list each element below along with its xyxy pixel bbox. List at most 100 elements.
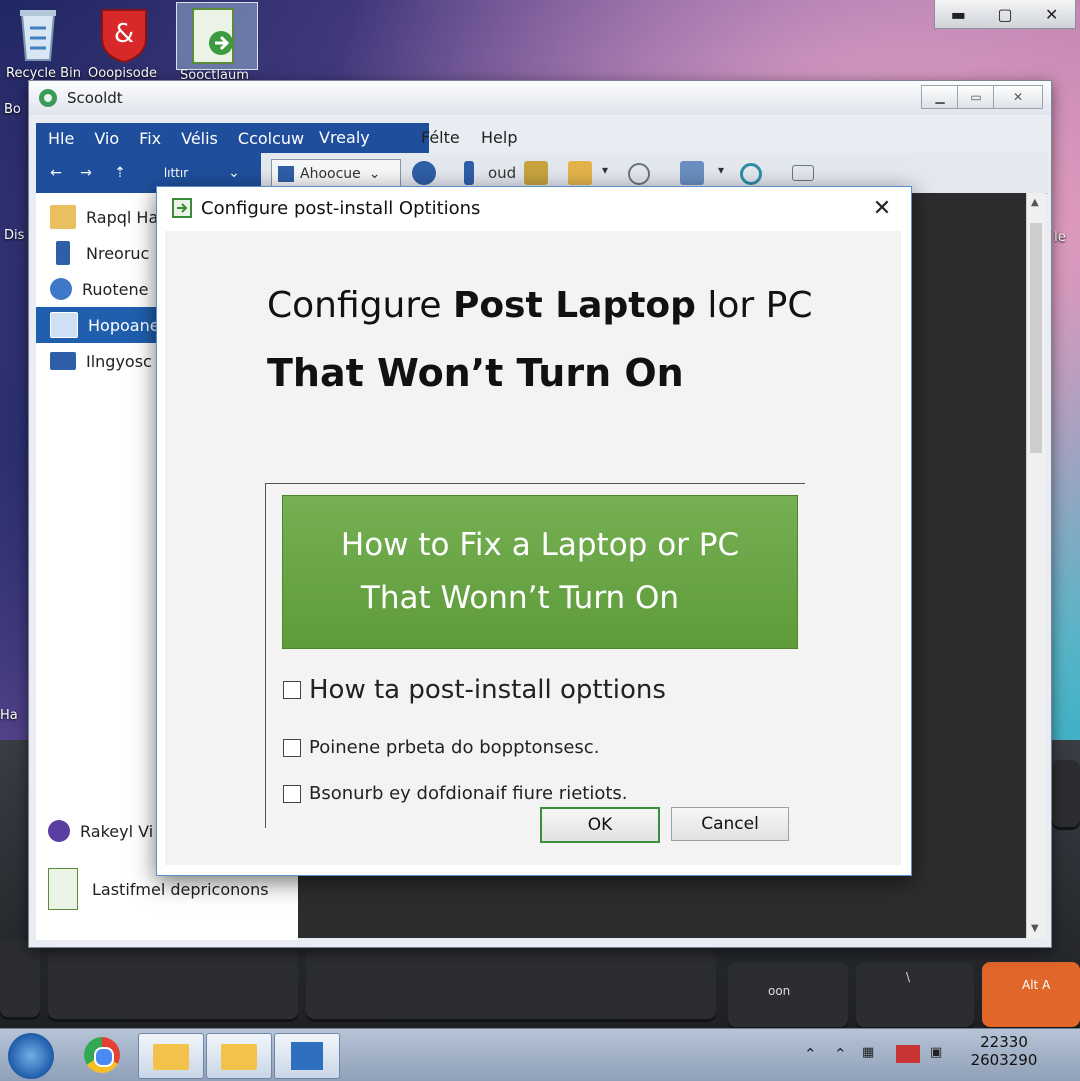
info-icon[interactable] bbox=[412, 161, 436, 185]
desktop-side-label: Dis bbox=[4, 228, 25, 243]
clock-icon[interactable] bbox=[628, 163, 650, 185]
address-dropdown[interactable]: Ahoocue ⌄ bbox=[271, 159, 401, 189]
folder-icon bbox=[50, 205, 76, 229]
checkbox[interactable] bbox=[283, 681, 301, 699]
clock-time: 22330 bbox=[980, 1033, 1028, 1051]
menu-item-ccolcuw[interactable]: Ccolcuw bbox=[238, 129, 304, 148]
start-button[interactable] bbox=[8, 1033, 54, 1079]
cancel-button[interactable]: Cancel bbox=[671, 807, 789, 841]
key-label: oon bbox=[768, 984, 791, 998]
dialog-heading-line1: Configure Post Laptop lor PC bbox=[267, 285, 813, 326]
folder-icon[interactable] bbox=[524, 161, 548, 185]
option-label: Poinene prbeta do bopptonsesc. bbox=[309, 737, 600, 758]
option-label: Bsonurb ey dofdionaif fiure rietiots. bbox=[309, 783, 628, 804]
svg-text:&: & bbox=[114, 19, 134, 49]
refresh-icon[interactable] bbox=[740, 163, 762, 185]
heading-bold: Post Laptop bbox=[452, 285, 696, 326]
desktop-side-label: Ie bbox=[1054, 230, 1066, 245]
minimize-button[interactable]: ▬ bbox=[935, 0, 982, 28]
divider bbox=[265, 483, 805, 484]
app-logo-icon bbox=[39, 89, 57, 107]
file-explorer-icon[interactable] bbox=[138, 1033, 204, 1079]
flag-tray-icon[interactable]: ▣ bbox=[930, 1045, 942, 1060]
window-icon[interactable] bbox=[792, 165, 814, 181]
chevron-down-icon[interactable]: ▾ bbox=[718, 163, 724, 177]
menu-item-view[interactable]: Vio bbox=[94, 129, 119, 148]
bar-icon[interactable] bbox=[464, 161, 474, 185]
nav-item-label: Rakeyl Vi bbox=[80, 821, 154, 841]
chevron-down-icon[interactable]: ▾ bbox=[602, 163, 608, 177]
top-window-controls: ▬ ▢ ✕ bbox=[934, 0, 1076, 29]
arrow-up-icon[interactable]: ⌃ bbox=[834, 1045, 847, 1063]
clock[interactable]: 22330 2603290 bbox=[966, 1033, 1042, 1069]
package-icon[interactable] bbox=[568, 161, 592, 185]
folder-icon[interactable] bbox=[206, 1033, 272, 1079]
keyboard-key bbox=[306, 950, 716, 1022]
recycle-bin-icon[interactable] bbox=[10, 4, 66, 61]
heading-tail: lor PC bbox=[695, 285, 813, 326]
app-red-icon[interactable]: & bbox=[96, 4, 152, 64]
app-window-icon[interactable] bbox=[274, 1033, 340, 1079]
chevron-down-icon[interactable]: ⌄ bbox=[220, 159, 248, 187]
configure-dialog: Configure post-install Optitions ✕ Confi… bbox=[156, 186, 912, 876]
security-tray-icon[interactable] bbox=[896, 1045, 920, 1063]
menu-item-fix[interactable]: Fix bbox=[139, 129, 161, 148]
key-label: Alt A bbox=[1022, 978, 1051, 992]
nav-item-label: Nreoruc bbox=[86, 243, 150, 263]
scrollbar-thumb[interactable] bbox=[1030, 223, 1042, 453]
nav-item-rakeyl[interactable]: Rakeyl Vi bbox=[48, 820, 153, 842]
taskbar: ⌃ ⌃ ▦ ▣ 22330 2603290 bbox=[0, 1028, 1080, 1081]
nav-item-label: Ruotene bbox=[82, 279, 149, 299]
menu-item-file[interactable]: Hle bbox=[48, 129, 74, 148]
chevron-up-icon[interactable]: ⌃ bbox=[804, 1045, 817, 1063]
nav-item-label: Hopoane bbox=[88, 315, 160, 335]
menu-item-help[interactable]: Help bbox=[481, 128, 517, 147]
checkbox[interactable] bbox=[283, 784, 301, 803]
green-banner: How to Fix a Laptop or PC That Wonn’t Tu… bbox=[282, 495, 798, 649]
globe-icon bbox=[50, 278, 72, 300]
option-row[interactable]: How ta post-install opttions bbox=[283, 675, 666, 705]
network-tray-icon[interactable]: ▦ bbox=[862, 1045, 874, 1060]
option-row[interactable]: Bsonurb ey dofdionaif fiure rietiots. bbox=[283, 783, 628, 804]
vertical-scrollbar[interactable]: ▲ ▼ bbox=[1026, 193, 1045, 938]
nav-item-label: Rapql Ha bbox=[86, 207, 159, 227]
address-value: Ahoocue bbox=[300, 166, 361, 182]
menu-item-felte[interactable]: Félte bbox=[421, 128, 460, 147]
menu-item-vrealy[interactable]: Vrealy bbox=[319, 128, 370, 147]
banner-line2: That Wonn’t Turn On bbox=[360, 580, 680, 616]
keyboard-key bbox=[0, 940, 40, 1020]
window-minimize-button[interactable]: ▁ bbox=[921, 85, 959, 109]
app-green-icon[interactable] bbox=[176, 2, 258, 70]
keyboard-key: oon bbox=[728, 962, 848, 1030]
maximize-button[interactable]: ▢ bbox=[982, 0, 1029, 28]
option-row[interactable]: Poinene prbeta do bopptonsesc. bbox=[283, 737, 599, 758]
scroll-up-icon[interactable]: ▲ bbox=[1031, 197, 1039, 208]
view-label[interactable]: oud bbox=[488, 164, 516, 182]
document-icon[interactable] bbox=[680, 161, 704, 185]
menu-item-velis[interactable]: Vélis bbox=[181, 129, 218, 148]
nav-item-label: Lastifmel depriconons bbox=[92, 879, 269, 899]
desktop-side-label: Ha bbox=[0, 708, 18, 723]
path-label[interactable]: lıttır bbox=[146, 159, 206, 187]
divider bbox=[265, 483, 266, 828]
close-icon[interactable]: ✕ bbox=[867, 193, 897, 223]
close-button[interactable]: ✕ bbox=[1028, 0, 1075, 28]
keyboard-key bbox=[1052, 760, 1080, 830]
up-button[interactable]: ⇡ bbox=[106, 159, 134, 187]
banner-line1: How to Fix a Laptop or PC bbox=[340, 527, 740, 563]
dialog-heading-line2: That Won’t Turn On bbox=[267, 351, 684, 395]
scroll-down-icon[interactable]: ▼ bbox=[1031, 923, 1039, 934]
app-green-icon bbox=[172, 198, 192, 218]
key-label: \ bbox=[906, 970, 911, 984]
heading-regular: Configure bbox=[267, 285, 453, 326]
window-maximize-button[interactable]: ▭ bbox=[957, 85, 995, 109]
chrome-icon[interactable] bbox=[70, 1033, 134, 1077]
ok-button[interactable]: OK bbox=[540, 807, 660, 843]
document-icon bbox=[48, 868, 78, 910]
option-label: How ta post-install opttions bbox=[309, 675, 666, 705]
back-button[interactable]: ← bbox=[42, 159, 70, 187]
clock-date: 2603290 bbox=[970, 1051, 1038, 1069]
forward-button[interactable]: → bbox=[72, 159, 100, 187]
window-close-button[interactable]: ✕ bbox=[993, 85, 1043, 109]
checkbox[interactable] bbox=[283, 738, 301, 757]
